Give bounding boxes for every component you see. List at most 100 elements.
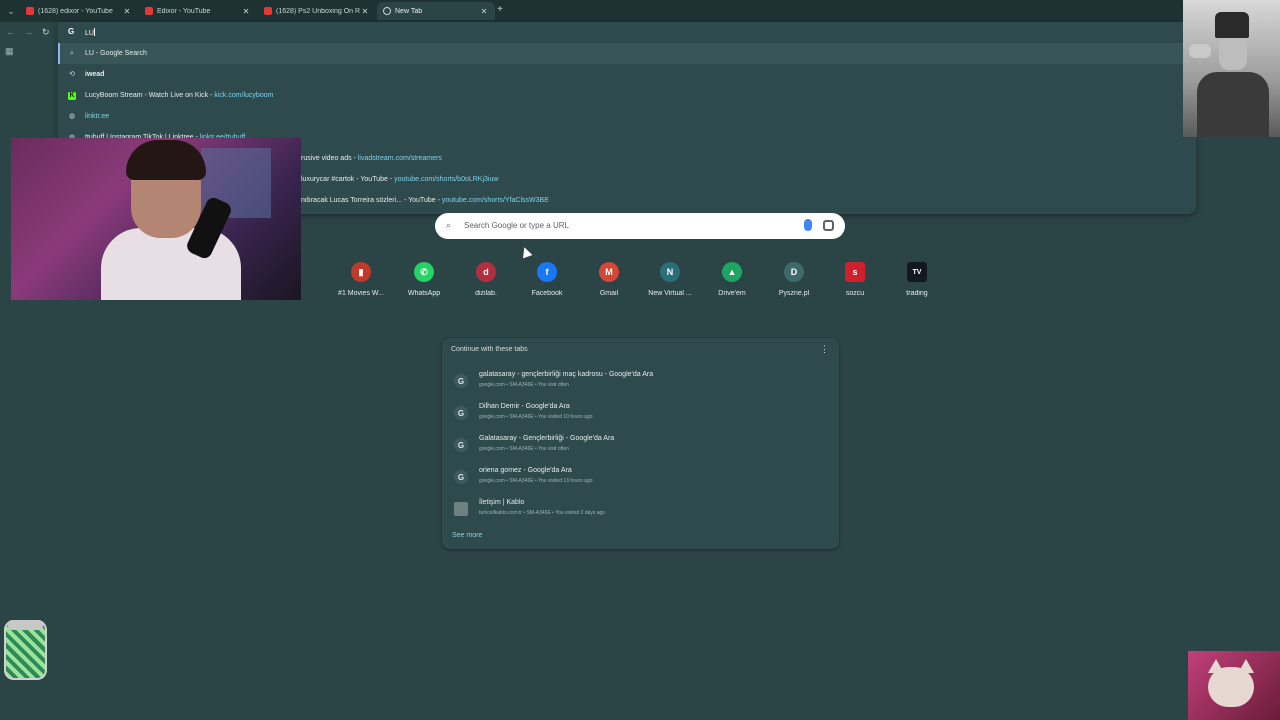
portrait-coat bbox=[1197, 72, 1269, 137]
apps-grid-icon[interactable]: ▦ bbox=[5, 46, 14, 57]
shortcut-new-virtual[interactable]: N New Virtual ... bbox=[640, 262, 700, 306]
selection-indicator bbox=[58, 43, 60, 64]
continue-item-meta: google.com • SM-A346E • You visit often bbox=[479, 446, 569, 452]
close-tab-icon[interactable]: ✕ bbox=[479, 7, 489, 16]
microphone-icon[interactable] bbox=[804, 219, 812, 231]
see-more-link[interactable]: See more bbox=[452, 532, 482, 539]
continue-item[interactable]: G Dilhan Demir - Google'da Ara google.co… bbox=[450, 400, 830, 428]
sozcu-icon: s bbox=[845, 262, 865, 282]
shortcut-label: #1 Movies W... bbox=[338, 290, 384, 297]
cat-overlay bbox=[1188, 651, 1280, 720]
portrait-hat bbox=[1215, 12, 1249, 38]
suggestion-text: linktr.ee bbox=[85, 113, 110, 120]
shortcut-trading[interactable]: TV trading bbox=[887, 262, 947, 306]
continue-item[interactable]: G galatasaray - gençlerbirliği maç kadro… bbox=[450, 368, 830, 396]
search-icon: ⌕ bbox=[446, 220, 452, 230]
continue-tabs-card: Continue with these tabs ⋮ G galatasaray… bbox=[442, 338, 839, 549]
shortcut-drive[interactable]: ▲ Drive'em bbox=[702, 262, 762, 306]
chrome-icon bbox=[383, 7, 391, 15]
suggestion-history[interactable]: ⟲ iwead bbox=[58, 64, 1196, 85]
continue-item[interactable]: G Galatasaray - Gençlerbirliği - Google'… bbox=[450, 432, 830, 460]
tradingview-icon: TV bbox=[907, 262, 927, 282]
youtube-icon bbox=[264, 7, 272, 15]
portrait-photo-overlay bbox=[1183, 0, 1280, 137]
address-bar[interactable]: G LU bbox=[58, 22, 1196, 43]
tab-edixor-youtube-2[interactable]: Edixor - YouTube ✕ bbox=[139, 2, 257, 20]
tab-search-chevron-icon[interactable]: ⌄ bbox=[4, 4, 18, 18]
tab-new-tab[interactable]: New Tab ✕ bbox=[377, 2, 495, 20]
continue-item-meta: google.com • SM-A346E • You visited 13 h… bbox=[479, 478, 593, 484]
google-g-icon: G bbox=[68, 27, 75, 36]
continue-item-title: Galatasaray - Gençlerbirliği - Google'da… bbox=[479, 435, 615, 442]
google-lens-icon[interactable] bbox=[823, 220, 834, 231]
continue-item[interactable]: İletişim | Kablo turkcellkablo.com.tr • … bbox=[450, 496, 830, 524]
suggestion-line: LucyBoom Stream - Watch Live on Kick - k… bbox=[85, 92, 274, 99]
forward-arrow-icon[interactable]: → bbox=[24, 27, 33, 37]
google-drive-icon: ▲ bbox=[722, 262, 742, 282]
jar-overlay bbox=[4, 620, 47, 680]
shortcut-sozcu[interactable]: s sozcu bbox=[825, 262, 885, 306]
continue-item[interactable]: G oriena gomez - Google'da Ara google.co… bbox=[450, 464, 830, 492]
gmail-icon: M bbox=[599, 262, 619, 282]
shortcut-label: Drive'em bbox=[718, 290, 746, 297]
shortcut-label: dizilab. bbox=[475, 290, 497, 297]
youtube-icon bbox=[26, 7, 34, 15]
suggestion-line: ndıracak Lucas Torreira sözleri... - You… bbox=[301, 197, 549, 204]
webcam-person-body bbox=[101, 228, 241, 300]
close-tab-icon[interactable]: ✕ bbox=[122, 7, 132, 16]
continue-card-title: Continue with these tabs bbox=[451, 346, 528, 353]
address-input[interactable]: LU bbox=[85, 28, 95, 37]
page-icon bbox=[454, 502, 468, 516]
suggestion-text: ndıracak Lucas Torreira sözleri... - You… bbox=[301, 197, 436, 204]
back-arrow-icon[interactable]: ← bbox=[6, 27, 15, 37]
tab-title: Edixor - YouTube bbox=[157, 7, 211, 15]
history-icon: ⟲ bbox=[69, 70, 75, 78]
tab-title: New Tab bbox=[395, 7, 423, 15]
continue-item-title: galatasaray - gençlerbirliği maç kadrosu… bbox=[479, 371, 654, 378]
shortcut-label: Gmail bbox=[599, 290, 619, 297]
shortcut-movies[interactable]: ▮ #1 Movies W... bbox=[331, 262, 391, 306]
tab-strip: ⌄ (1628) edixor - YouTube ✕ Edixor - You… bbox=[0, 0, 1280, 22]
suggestion-url: livadstream.com/streamers bbox=[357, 155, 442, 162]
tab-title: (1628) edixor - YouTube bbox=[38, 7, 113, 15]
portrait-face bbox=[1219, 36, 1247, 70]
suggestion-text: LU - Google Search bbox=[85, 50, 147, 57]
continue-item-title: İletişim | Kablo bbox=[479, 499, 525, 506]
continue-item-meta: google.com • SM-A346E • You visited 10 h… bbox=[479, 414, 593, 420]
suggestion-url: youtube.com/shorts/b0oLRKj3iuw bbox=[394, 176, 499, 183]
shortcut-pyszne[interactable]: D Pyszne.pl bbox=[764, 262, 824, 306]
shortcut-dizilab[interactable]: d dizilab. bbox=[456, 262, 516, 306]
shortcut-label: WhatsApp bbox=[407, 290, 441, 297]
suggestion-text: iwead bbox=[85, 71, 105, 78]
close-tab-icon[interactable]: ✕ bbox=[360, 7, 370, 16]
suggestion-url: youtube.com/shorts/YfaClssW3BE bbox=[441, 197, 549, 204]
google-icon: G bbox=[454, 406, 468, 420]
suggestion-google-search[interactable]: ⌕ LU - Google Search bbox=[58, 43, 1196, 64]
shortcut-label: Pyszne.pl bbox=[778, 290, 810, 297]
virtual-icon: N bbox=[660, 262, 680, 282]
tab-edixor-youtube-1[interactable]: (1628) edixor - YouTube ✕ bbox=[20, 2, 138, 20]
new-tab-plus-icon[interactable]: + bbox=[497, 4, 503, 15]
suggestion-linktree[interactable]: ◍ linktr.ee bbox=[58, 106, 1196, 127]
suggestion-lucyboom[interactable]: K LucyBoom Stream - Watch Live on Kick -… bbox=[58, 85, 1196, 106]
google-icon: G bbox=[454, 374, 468, 388]
shortcut-gmail[interactable]: M Gmail bbox=[579, 262, 639, 306]
tab-ps2-unboxing[interactable]: (1628) Ps2 Unboxing On Relea ✕ bbox=[258, 2, 376, 20]
google-icon: G bbox=[454, 470, 468, 484]
shortcut-facebook[interactable]: f Facebook bbox=[517, 262, 577, 306]
reload-icon[interactable]: ↻ bbox=[42, 27, 50, 38]
google-search-box[interactable]: ⌕ Search Google or type a URL bbox=[435, 213, 845, 239]
shortcut-label: trading bbox=[906, 290, 928, 297]
google-icon: G bbox=[454, 438, 468, 452]
globe-icon: ◍ bbox=[68, 112, 76, 120]
search-input[interactable]: Search Google or type a URL bbox=[464, 221, 569, 230]
jar-lid bbox=[8, 620, 43, 630]
suggestion-text: rusive video ads bbox=[301, 155, 352, 162]
suggestion-text: luxurycar #cartok - YouTube bbox=[301, 176, 388, 183]
continue-item-title: Dilhan Demir - Google'da Ara bbox=[479, 403, 570, 410]
close-tab-icon[interactable]: ✕ bbox=[241, 7, 251, 16]
more-options-icon[interactable]: ⋮ bbox=[820, 344, 829, 355]
shortcut-whatsapp[interactable]: ✆ WhatsApp bbox=[394, 262, 454, 306]
tab-title: (1628) Ps2 Unboxing On Relea bbox=[276, 7, 360, 15]
continue-item-meta: google.com • SM-A346E • You visit often bbox=[479, 382, 569, 388]
